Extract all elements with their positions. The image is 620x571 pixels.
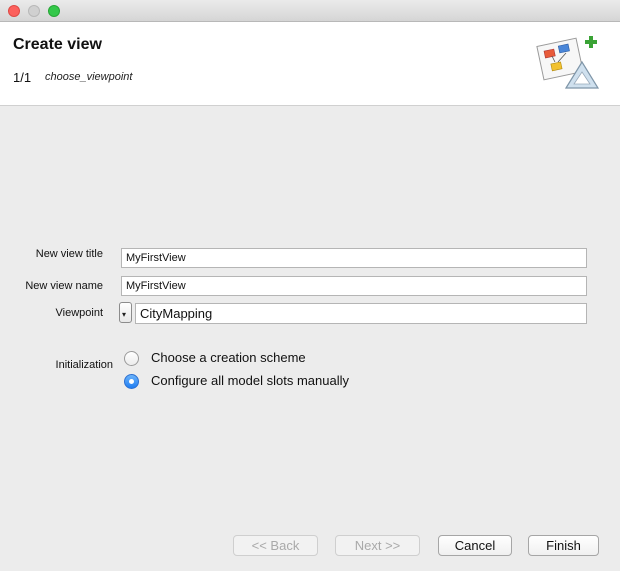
- maximize-window-button[interactable]: [48, 5, 60, 17]
- initialization-label: Initialization: [55, 359, 113, 371]
- finish-button[interactable]: Finish: [528, 535, 599, 556]
- step-name: choose_viewpoint: [45, 71, 133, 83]
- back-button[interactable]: << Back: [233, 535, 318, 556]
- viewpoint-label: Viewpoint: [55, 307, 104, 319]
- view-name-input[interactable]: MyFirstView: [121, 276, 587, 296]
- wizard-header: Create view 1/1 choose_viewpoint: [0, 22, 620, 106]
- view-title-input[interactable]: MyFirstView: [121, 248, 587, 268]
- cancel-button[interactable]: Cancel: [438, 535, 512, 556]
- viewpoint-dropdown-button[interactable]: ▾: [119, 302, 132, 323]
- page-title: Create view: [13, 36, 102, 53]
- step-counter: 1/1: [13, 70, 32, 85]
- manual-slots-label[interactable]: Configure all model slots manually: [151, 373, 349, 388]
- chevron-down-icon: ▾: [122, 310, 127, 319]
- manual-slots-radio[interactable]: [124, 374, 139, 389]
- wizard-diagram-icon: [536, 36, 600, 89]
- viewpoint-select[interactable]: CityMapping: [135, 303, 587, 324]
- creation-scheme-radio[interactable]: [124, 351, 139, 366]
- view-title-label: New view title: [35, 248, 103, 260]
- close-window-button[interactable]: [8, 5, 20, 17]
- minimize-window-button[interactable]: [28, 5, 40, 17]
- next-button[interactable]: Next >>: [335, 535, 420, 556]
- view-name-label: New view name: [25, 280, 103, 292]
- window-titlebar: [0, 0, 620, 22]
- creation-scheme-label[interactable]: Choose a creation scheme: [151, 350, 306, 365]
